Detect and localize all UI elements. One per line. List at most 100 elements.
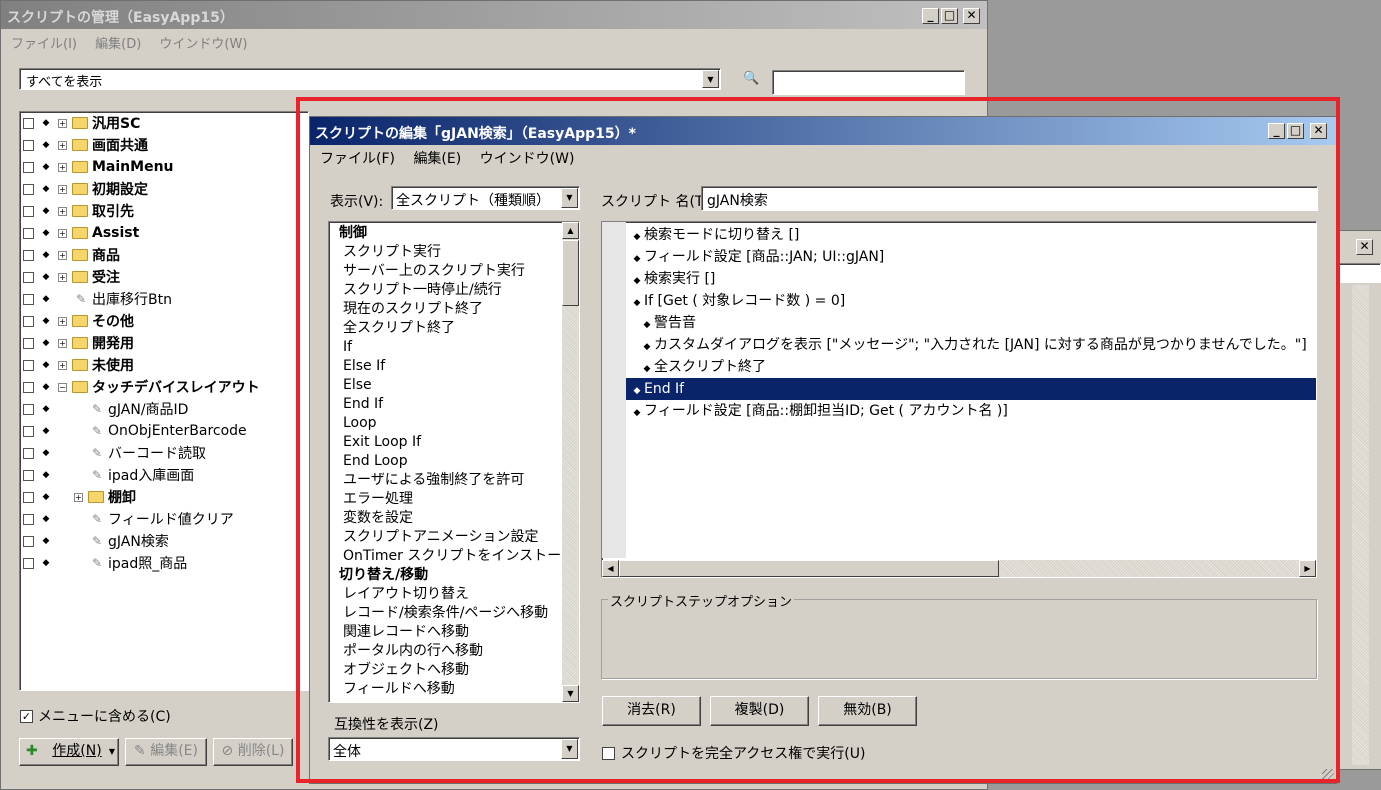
script-step-row[interactable]: ◆ 全スクリプト終了 [626, 356, 1316, 378]
step-list-item[interactable]: If [331, 338, 561, 357]
scroll-up-arrow[interactable]: ▲ [562, 222, 579, 239]
menu-edit[interactable]: 編集(E) [413, 151, 461, 167]
tree-item[interactable]: ◆ + 受注 [23, 266, 120, 288]
menu-window[interactable]: ウインドウ(W) [159, 37, 247, 52]
step-list-item[interactable]: End Loop [331, 452, 561, 471]
step-list-item[interactable]: スクリプト実行 [331, 243, 561, 262]
tree-checkbox[interactable] [23, 403, 34, 415]
close-button[interactable]: ✕ [1356, 239, 1373, 255]
drag-handle-icon[interactable]: ◆ [40, 492, 52, 502]
tree-item[interactable]: ◆ + 棚卸 [23, 486, 136, 508]
drag-handle-icon[interactable]: ◆ [40, 140, 52, 150]
tree-item[interactable]: ◆ + 開発用 [23, 332, 134, 354]
tree-item[interactable]: ◆ + 商品 [23, 244, 120, 266]
tree-checkbox[interactable] [23, 117, 34, 129]
step-list-item[interactable]: End If [331, 395, 561, 414]
tree-checkbox[interactable] [23, 381, 34, 393]
step-list-item[interactable]: サーバー上のスクリプト実行 [331, 262, 561, 281]
scroll-down-arrow[interactable]: ▼ [562, 685, 579, 702]
expand-icon[interactable]: + [58, 184, 67, 194]
close-button[interactable]: ✕ [963, 8, 980, 24]
step-list-item[interactable]: 現在のスクリプト終了 [331, 300, 561, 319]
drag-handle-icon[interactable]: ◆ [40, 426, 52, 436]
drag-handle-icon[interactable]: ◆ [40, 536, 52, 546]
step-category-header[interactable]: 制御 [331, 224, 561, 243]
tree-checkbox[interactable] [23, 227, 34, 239]
expand-icon[interactable]: + [58, 206, 67, 216]
drag-handle-icon[interactable]: ◆ [40, 558, 52, 568]
step-list-item[interactable]: レコード/検索条件/ページへ移動 [331, 604, 561, 623]
expand-icon[interactable]: + [58, 360, 67, 370]
tree-item[interactable]: ◆ + 未使用 [23, 354, 134, 376]
tree-item[interactable]: ◆ + 画面共通 [23, 134, 148, 156]
expand-icon[interactable]: + [58, 272, 67, 282]
tree-item[interactable]: ◆ ✎ フィールド値クリア [23, 508, 234, 530]
drag-handle-icon[interactable]: ◆ [630, 226, 644, 248]
step-list-item[interactable]: Else If [331, 357, 561, 376]
script-step-row[interactable]: ◆ フィールド設定 [商品::JAN; UI::gJAN] [626, 246, 1316, 268]
edit-button[interactable]: ✎ 編集(E) [125, 738, 207, 766]
tree-item[interactable]: ◆ + 取引先 [23, 200, 134, 222]
tree-item[interactable]: ◆ ✎ gJAN/商品ID [23, 398, 188, 420]
drag-handle-icon[interactable]: ◆ [630, 402, 644, 424]
step-list-item[interactable]: OnTimer スクリプトをインストール [331, 547, 575, 566]
chevron-down-icon[interactable]: ▼ [561, 739, 578, 759]
scroll-left-arrow[interactable]: ◀ [602, 560, 619, 577]
search-input[interactable] [772, 70, 965, 95]
expand-icon[interactable]: + [58, 118, 67, 128]
menu-file[interactable]: ファイル(F) [320, 151, 395, 167]
drag-handle-icon[interactable]: ◆ [40, 360, 52, 370]
tree-checkbox[interactable] [23, 293, 34, 305]
drag-handle-icon[interactable]: ◆ [40, 250, 52, 260]
tree-item[interactable]: ◆ ✎ OnObjEnterBarcode [23, 420, 247, 442]
drag-handle-icon[interactable]: ◆ [40, 294, 52, 304]
script-step-row[interactable]: ◆ End If [626, 378, 1316, 400]
tree-checkbox[interactable] [23, 557, 34, 569]
tree-checkbox[interactable] [23, 161, 34, 173]
create-button[interactable]: ✚ 作成(N) ▼ [19, 738, 119, 766]
script-step-row[interactable]: ◆ 検索実行 [] [626, 268, 1316, 290]
scroll-right-arrow[interactable]: ▶ [1299, 560, 1316, 577]
tree-item[interactable]: ◆ + その他 [23, 310, 134, 332]
drag-handle-icon[interactable]: ◆ [640, 336, 654, 358]
script-step-row[interactable]: ◆ カスタムダイアログを表示 ["メッセージ"; "入力された [JAN] に対す… [626, 334, 1316, 356]
step-list-item[interactable]: 全スクリプト終了 [331, 319, 561, 338]
expand-icon[interactable]: + [74, 492, 83, 502]
full-access-row[interactable]: スクリプトを完全アクセス権で実行(U) [602, 743, 865, 763]
resize-grip-icon[interactable] [1322, 769, 1334, 781]
expand-icon[interactable]: + [58, 228, 67, 238]
tree-checkbox[interactable] [23, 535, 34, 547]
step-list-item[interactable]: 関連レコードへ移動 [331, 623, 561, 642]
drag-handle-icon[interactable]: ◆ [630, 248, 644, 270]
tree-item[interactable]: ◆ ✎ ipad照_商品 [23, 552, 187, 574]
script-step-row[interactable]: ◆ If [Get ( 対象レコード数 ) = 0] [626, 290, 1316, 312]
compat-dropdown[interactable]: 全体 ▼ [328, 737, 580, 761]
disable-button[interactable]: 無効(B) [818, 696, 917, 726]
step-category-header[interactable]: 切り替え/移動 [331, 566, 561, 585]
include-menu-row[interactable]: ✓ メニューに含める(C) [20, 706, 171, 726]
background-scrollbar[interactable] [1352, 285, 1369, 765]
drag-handle-icon[interactable]: ◆ [40, 272, 52, 282]
tree-checkbox[interactable] [23, 337, 34, 349]
tree-checkbox[interactable] [23, 359, 34, 371]
drag-handle-icon[interactable]: ◆ [40, 228, 52, 238]
step-list-item[interactable]: Exit Loop If [331, 433, 561, 452]
drag-handle-icon[interactable]: ◆ [640, 358, 654, 380]
drag-handle-icon[interactable]: ◆ [630, 292, 644, 314]
drag-handle-icon[interactable]: ◆ [40, 316, 52, 326]
chevron-down-icon[interactable]: ▼ [561, 188, 578, 208]
drag-handle-icon[interactable]: ◆ [40, 162, 52, 172]
step-list-scrollbar[interactable]: ▲ ▼ [562, 222, 579, 702]
tree-item[interactable]: ◆ ✎ 出庫移行Btn [23, 288, 172, 310]
clear-button[interactable]: 消去(R) [602, 696, 701, 726]
tree-checkbox[interactable] [23, 469, 34, 481]
tree-checkbox[interactable] [23, 183, 34, 195]
expand-icon[interactable]: + [58, 316, 67, 326]
tree-item[interactable]: ◆ + Assist [23, 222, 139, 244]
filter-dropdown[interactable]: すべてを表示 ▼ [19, 68, 721, 90]
drag-handle-icon[interactable]: ◆ [640, 314, 654, 336]
tree-checkbox[interactable] [23, 315, 34, 327]
expand-icon[interactable]: + [58, 338, 67, 348]
step-list-item[interactable]: 変数を設定 [331, 509, 561, 528]
expand-icon[interactable]: + [58, 140, 67, 150]
